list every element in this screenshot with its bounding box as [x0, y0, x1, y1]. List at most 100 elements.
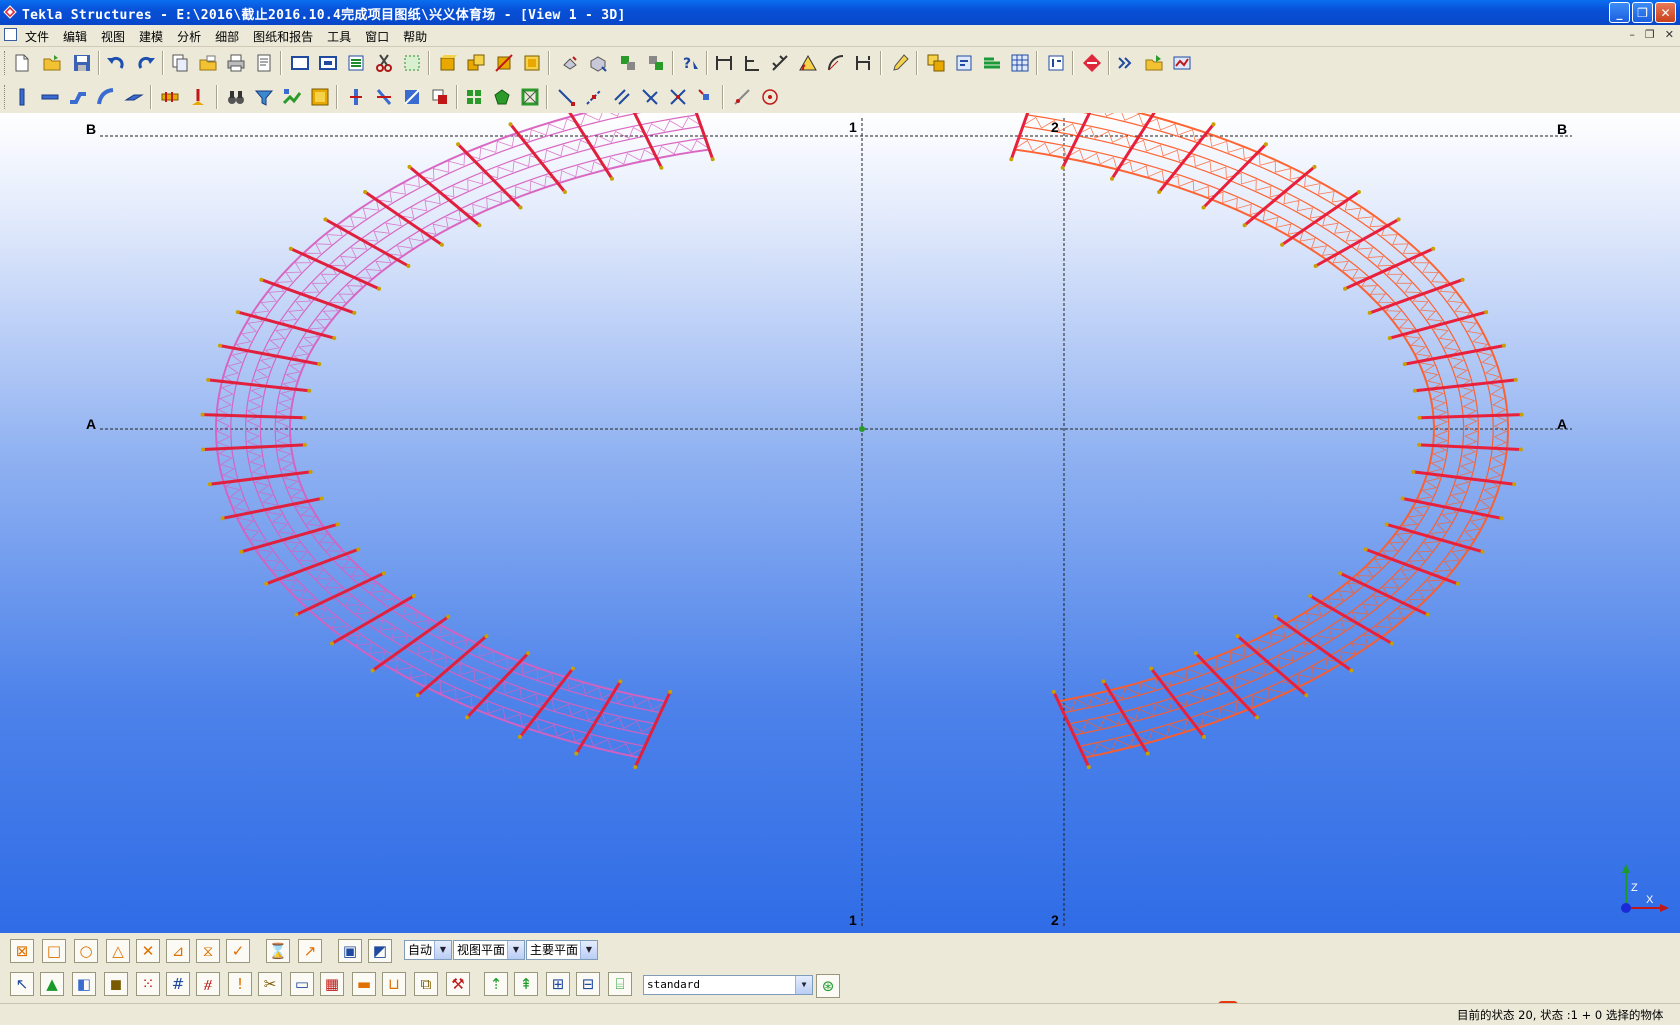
menu-modeling[interactable]: 建模 — [139, 28, 163, 45]
dimension-icon[interactable] — [714, 53, 734, 73]
right-stadium-truss[interactable] — [1009, 113, 1524, 770]
model-canvas[interactable]: B B A A 1 2 1 2 Z X — [0, 113, 1680, 933]
beam-icon[interactable] — [40, 87, 60, 107]
select-object-icon[interactable]: ⇡ — [484, 972, 508, 996]
radial-beam[interactable] — [1344, 247, 1434, 291]
menu-detailing[interactable]: 细部 — [215, 28, 239, 45]
model-view-3d[interactable]: B B A A 1 2 1 2 Z X — [0, 113, 1680, 933]
tekla-app-icon[interactable] — [3, 5, 17, 19]
close-button[interactable]: ✕ — [1655, 2, 1676, 23]
edit-polygon-icon[interactable] — [492, 87, 512, 107]
select-grid-icon[interactable]: # — [166, 972, 190, 996]
radial-beam[interactable] — [457, 143, 522, 209]
pointer-tool-icon[interactable] — [890, 53, 910, 73]
view-list-icon[interactable] — [346, 53, 366, 73]
macro-folder-icon[interactable] — [1144, 53, 1164, 73]
truss-bracing[interactable] — [216, 113, 693, 756]
radial-beam[interactable] — [1314, 218, 1400, 268]
snap-perpendicular-icon[interactable] — [640, 87, 660, 107]
snap-depth-combo[interactable]: 自动 ▼ — [404, 940, 452, 960]
plane-type-combo[interactable]: 视图平面 ▼ — [453, 940, 525, 960]
fit-part-icon[interactable] — [374, 87, 394, 107]
bolt-group-icon[interactable] — [160, 87, 180, 107]
chevron-down-icon[interactable]: ▼ — [580, 941, 597, 959]
radial-beam[interactable] — [324, 218, 410, 268]
view-frame-icon[interactable] — [290, 53, 310, 73]
select-parts-icon[interactable]: ◧ — [72, 972, 96, 996]
snap-geometry-icon[interactable]: □ — [42, 939, 66, 963]
select-reinforcement-icon[interactable]: ▬ — [352, 972, 376, 996]
snap-midpoint-icon[interactable] — [584, 87, 604, 107]
weld-icon[interactable] — [560, 53, 580, 73]
snap-extension-icon[interactable]: ↗ — [298, 939, 322, 963]
cut-icon[interactable] — [374, 53, 394, 73]
restore-button[interactable]: ❐ — [1632, 2, 1653, 23]
select-assembly-icon[interactable]: ⊞ — [546, 972, 570, 996]
document-icon[interactable] — [4, 28, 17, 41]
snap-nearest-icon[interactable] — [732, 87, 752, 107]
snap-cross-icon[interactable]: ✕ — [136, 939, 160, 963]
radial-beam[interactable] — [566, 113, 614, 180]
template-editor-icon[interactable] — [1172, 53, 1192, 73]
select-welds-icon[interactable]: ! — [228, 972, 252, 996]
undo-icon[interactable] — [106, 53, 126, 73]
radial-beam[interactable] — [1389, 310, 1487, 340]
chevron-down-icon[interactable]: ▼ — [795, 976, 812, 994]
copy-icon[interactable] — [170, 53, 190, 73]
left-stadium-truss[interactable] — [200, 113, 715, 770]
part-filter-icon[interactable] — [254, 87, 274, 107]
radial-beam[interactable] — [371, 615, 450, 672]
select-object-in-assembly-icon[interactable]: ⇞ — [514, 972, 538, 996]
radial-beam[interactable] — [1110, 113, 1158, 180]
radial-beam[interactable] — [290, 247, 380, 291]
cut-line-icon[interactable] — [402, 87, 422, 107]
menu-tools[interactable]: 工具 — [327, 28, 351, 45]
radial-beam[interactable] — [202, 413, 305, 420]
radial-beam[interactable] — [1194, 652, 1259, 719]
truss-chord[interactable] — [259, 125, 702, 725]
truss-chord[interactable] — [244, 114, 698, 736]
redo-icon[interactable] — [136, 53, 156, 73]
truss-bracing[interactable] — [246, 116, 701, 733]
select-fittings-icon[interactable]: ⊔ — [382, 972, 406, 996]
chevron-down-icon[interactable]: ▼ — [434, 941, 451, 959]
snap-point-icon[interactable] — [696, 87, 716, 107]
radial-beam[interactable] — [1061, 113, 1100, 169]
truss-chord[interactable] — [1014, 148, 1436, 703]
menu-help[interactable]: 帮助 — [403, 28, 427, 45]
layers-icon[interactable] — [982, 53, 1002, 73]
radial-beam[interactable] — [265, 547, 359, 586]
object-properties-icon[interactable] — [310, 87, 330, 107]
grid-table-icon[interactable] — [1010, 53, 1030, 73]
combine-icon[interactable] — [464, 87, 484, 107]
select-surface-icon[interactable]: ◼ — [104, 972, 128, 996]
organizer-icon[interactable] — [954, 53, 974, 73]
select-nested-assembly-icon[interactable]: ⊟ — [576, 972, 600, 996]
selection-filter-combo[interactable]: standard ▼ — [643, 975, 813, 995]
inquire-icon[interactable]: ? — [680, 53, 700, 73]
component-cut-icon[interactable] — [494, 53, 514, 73]
component-copy-icon[interactable] — [466, 53, 486, 73]
select-points-icon[interactable]: ▲ — [40, 972, 64, 996]
angle-dimension-icon[interactable] — [798, 53, 818, 73]
main-plane-combo[interactable]: 主要平面 ▼ — [526, 940, 598, 960]
select-bolts-icon[interactable]: ⁙ — [136, 972, 160, 996]
snap-perpendicular-icon[interactable]: ⊿ — [166, 939, 190, 963]
snap-triangle-icon[interactable]: △ — [106, 939, 130, 963]
chamfer-icon[interactable] — [520, 87, 540, 107]
column-icon[interactable] — [12, 87, 32, 107]
select-loads-icon[interactable]: ⧉ — [414, 972, 438, 996]
open-drawing-icon[interactable] — [198, 53, 218, 73]
truss-bracing[interactable] — [1023, 116, 1478, 733]
slab-icon[interactable] — [124, 87, 144, 107]
select-parts-icon[interactable]: ▣ — [338, 939, 362, 963]
select-tools-icon[interactable]: ⚒ — [446, 972, 470, 996]
radial-beam[interactable] — [364, 190, 443, 246]
select-assembly-icon[interactable]: ◩ — [368, 939, 392, 963]
weld-seam-icon[interactable] — [188, 87, 208, 107]
menu-window[interactable]: 窗口 — [365, 28, 389, 45]
menu-view[interactable]: 视图 — [101, 28, 125, 45]
curved-beam-icon[interactable] — [96, 87, 116, 107]
radial-beam[interactable] — [1102, 680, 1149, 755]
truss-chord[interactable] — [1026, 114, 1480, 736]
